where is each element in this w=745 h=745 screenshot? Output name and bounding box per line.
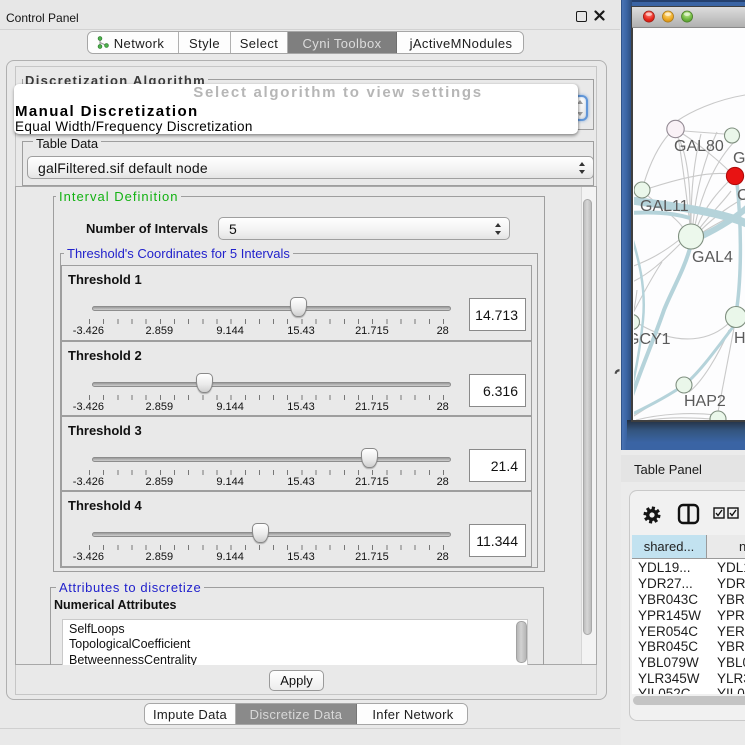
svg-text:GAL4: GAL4 bbox=[692, 249, 733, 266]
svg-text:C: C bbox=[737, 187, 745, 204]
svg-text:GA: GA bbox=[733, 150, 745, 167]
svg-text:HAP2: HAP2 bbox=[684, 393, 726, 410]
svg-text:GAL11: GAL11 bbox=[640, 198, 689, 215]
svg-text:GCY1: GCY1 bbox=[634, 331, 671, 348]
svg-text:GAL80: GAL80 bbox=[674, 138, 724, 155]
svg-text:H: H bbox=[734, 330, 745, 347]
